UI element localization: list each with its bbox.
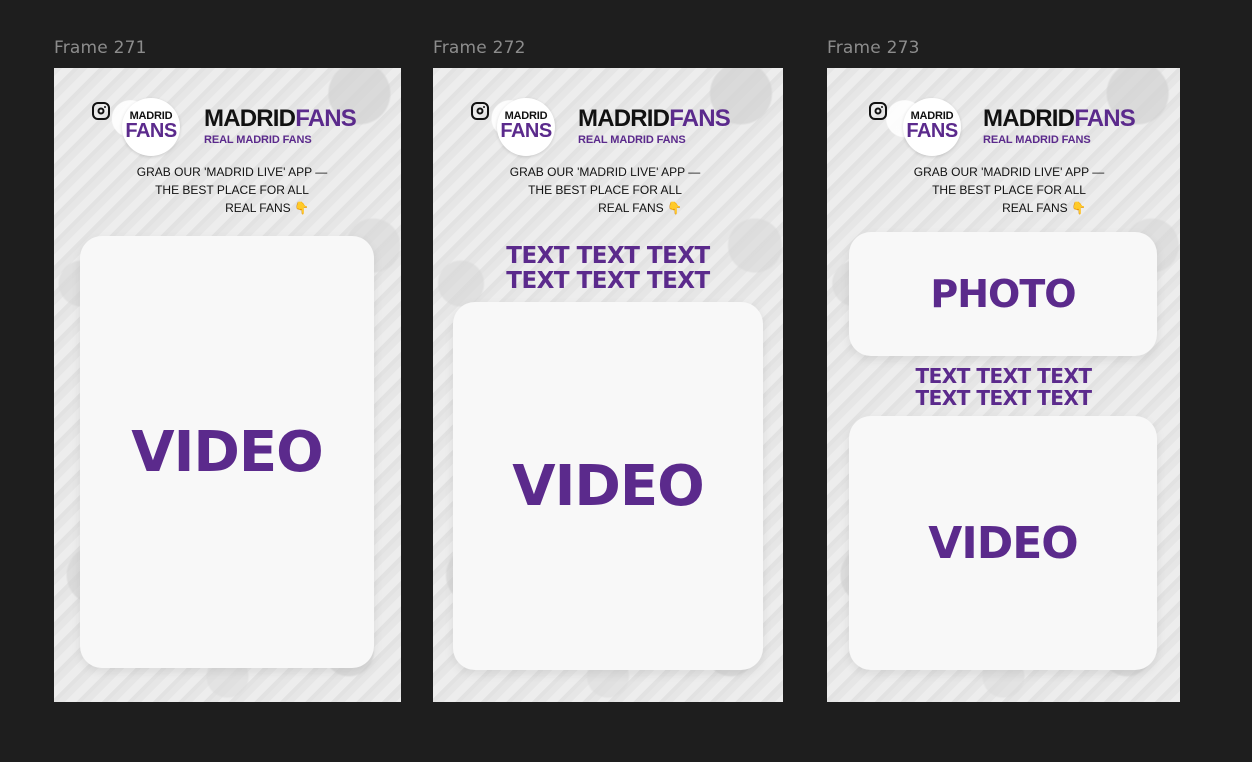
- video-label: VIDEO: [131, 419, 324, 485]
- cta-line-1: GRAB OUR 'MADRID LIVE' APP —: [509, 165, 701, 179]
- photo-placeholder[interactable]: PHOTO: [849, 232, 1157, 356]
- brand-title-part2: FANS: [295, 105, 357, 132]
- brand-title-part1: MADRID: [578, 105, 670, 132]
- instagram-icon: [92, 102, 110, 120]
- cta-text: GRAB OUR 'MADRID LIVE' APP — THE BEST PL…: [485, 163, 725, 217]
- brand-subtitle: REAL MADRID FANS: [578, 134, 686, 146]
- logo-badge: MADRID FANS: [903, 98, 961, 156]
- logo-bottom-text: FANS: [906, 120, 958, 142]
- video-label: VIDEO: [512, 453, 705, 519]
- headline-text[interactable]: TEXT TEXT TEXT TEXT TEXT TEXT: [433, 244, 783, 294]
- pointing-down-icon: 👇: [1070, 201, 1086, 215]
- cta-text: GRAB OUR 'MADRID LIVE' APP — THE BEST PL…: [889, 163, 1129, 217]
- headline-text[interactable]: TEXT TEXT TEXT TEXT TEXT TEXT: [827, 365, 1180, 409]
- logo-badge: MADRID FANS: [497, 98, 555, 156]
- frame-label-271[interactable]: Frame 271: [54, 38, 147, 58]
- cta-line-1: GRAB OUR 'MADRID LIVE' APP —: [913, 165, 1105, 179]
- frame-label-272[interactable]: Frame 272: [433, 38, 526, 58]
- cta-line-2: THE BEST PLACE FOR ALL: [528, 183, 682, 197]
- cta-text: GRAB OUR 'MADRID LIVE' APP — THE BEST PL…: [112, 163, 352, 217]
- headline-line-1: TEXT TEXT TEXT: [506, 243, 710, 269]
- brand-subtitle: REAL MADRID FANS: [204, 134, 312, 146]
- frame-271[interactable]: MADRID FANS MADRIDFANS REAL MADRID FANS …: [54, 68, 401, 702]
- logo-badge: MADRID FANS: [122, 98, 180, 156]
- video-placeholder[interactable]: VIDEO: [453, 302, 763, 670]
- cta-line-2: THE BEST PLACE FOR ALL: [155, 183, 309, 197]
- headline-line-2: TEXT TEXT TEXT: [506, 268, 710, 294]
- video-placeholder[interactable]: VIDEO: [80, 236, 374, 668]
- photo-label: PHOTO: [930, 272, 1076, 316]
- instagram-icon: [869, 102, 887, 120]
- pointing-down-icon: 👇: [293, 201, 309, 215]
- frame-273[interactable]: MADRID FANS MADRIDFANS REAL MADRID FANS …: [827, 68, 1180, 702]
- brand-title: MADRIDFANS: [578, 105, 731, 132]
- headline-line-1: TEXT TEXT TEXT: [915, 364, 1092, 388]
- logo-bottom-text: FANS: [125, 120, 177, 142]
- video-label: VIDEO: [928, 517, 1078, 569]
- pointing-down-icon: 👇: [666, 201, 682, 215]
- cta-line-3: REAL FANS: [598, 201, 664, 215]
- brand-subtitle: REAL MADRID FANS: [983, 134, 1091, 146]
- frame-272[interactable]: MADRID FANS MADRIDFANS REAL MADRID FANS …: [433, 68, 783, 702]
- instagram-icon: [471, 102, 489, 120]
- cta-line-3: REAL FANS: [1002, 201, 1068, 215]
- brand-title-part1: MADRID: [204, 105, 296, 132]
- frame-label-273[interactable]: Frame 273: [827, 38, 920, 58]
- video-placeholder[interactable]: VIDEO: [849, 416, 1157, 670]
- brand-title-part1: MADRID: [983, 105, 1075, 132]
- brand-title: MADRIDFANS: [204, 105, 357, 132]
- headline-line-2: TEXT TEXT TEXT: [915, 386, 1092, 410]
- brand-title-part2: FANS: [669, 105, 731, 132]
- logo-bottom-text: FANS: [500, 120, 552, 142]
- cta-line-3: REAL FANS: [225, 201, 291, 215]
- cta-line-1: GRAB OUR 'MADRID LIVE' APP —: [136, 165, 328, 179]
- brand-title: MADRIDFANS: [983, 105, 1136, 132]
- brand-title-part2: FANS: [1074, 105, 1136, 132]
- cta-line-2: THE BEST PLACE FOR ALL: [932, 183, 1086, 197]
